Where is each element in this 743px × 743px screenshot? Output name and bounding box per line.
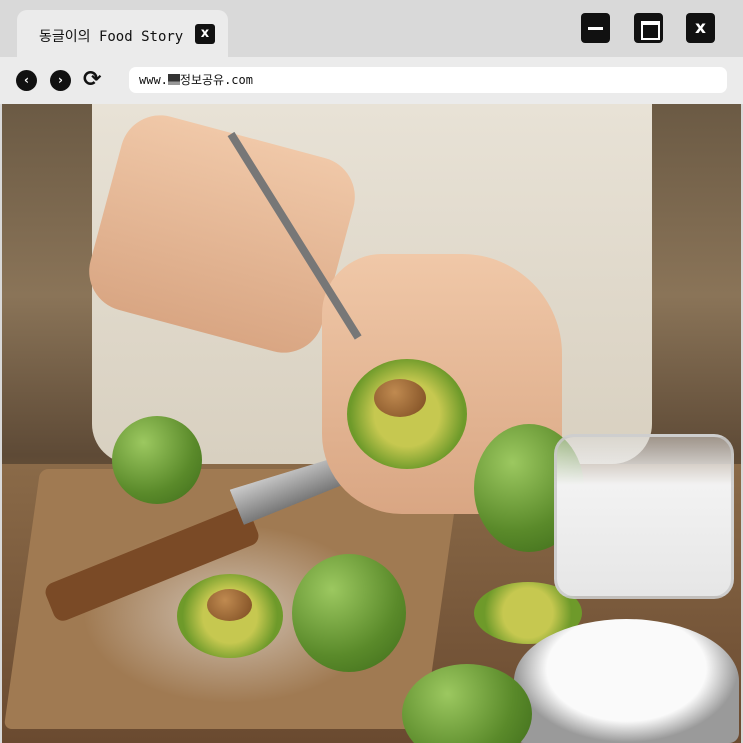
plum-pit (207, 589, 252, 621)
url-domain: 정보공유.com (179, 73, 253, 87)
sugar-bowl (514, 619, 739, 743)
green-plum (112, 416, 202, 504)
back-button[interactable]: ‹ (16, 70, 37, 91)
url-prefix: www. (139, 73, 168, 87)
sugar-jar (554, 434, 734, 599)
content-photo (2, 104, 741, 743)
plum-pit (374, 379, 426, 417)
tab-title: 동글이의 Food Story (39, 29, 184, 45)
reload-button[interactable]: ⟳ (83, 67, 101, 93)
green-plum (292, 554, 406, 672)
tab-close-button[interactable]: x (195, 24, 215, 44)
forward-button[interactable]: › (50, 70, 71, 91)
address-bar[interactable]: www. 정보공유.com (129, 67, 727, 93)
navigation-bar: ‹ › ⟳ www. 정보공유.com (0, 57, 743, 104)
tab-active[interactable]: 동글이의 Food Story x (17, 10, 228, 58)
minimize-button[interactable] (581, 13, 610, 43)
tab-bar: 동글이의 Food Story x x (0, 0, 743, 58)
window-close-button[interactable]: x (686, 13, 715, 43)
maximize-button[interactable] (634, 13, 663, 43)
site-icon (167, 74, 180, 85)
